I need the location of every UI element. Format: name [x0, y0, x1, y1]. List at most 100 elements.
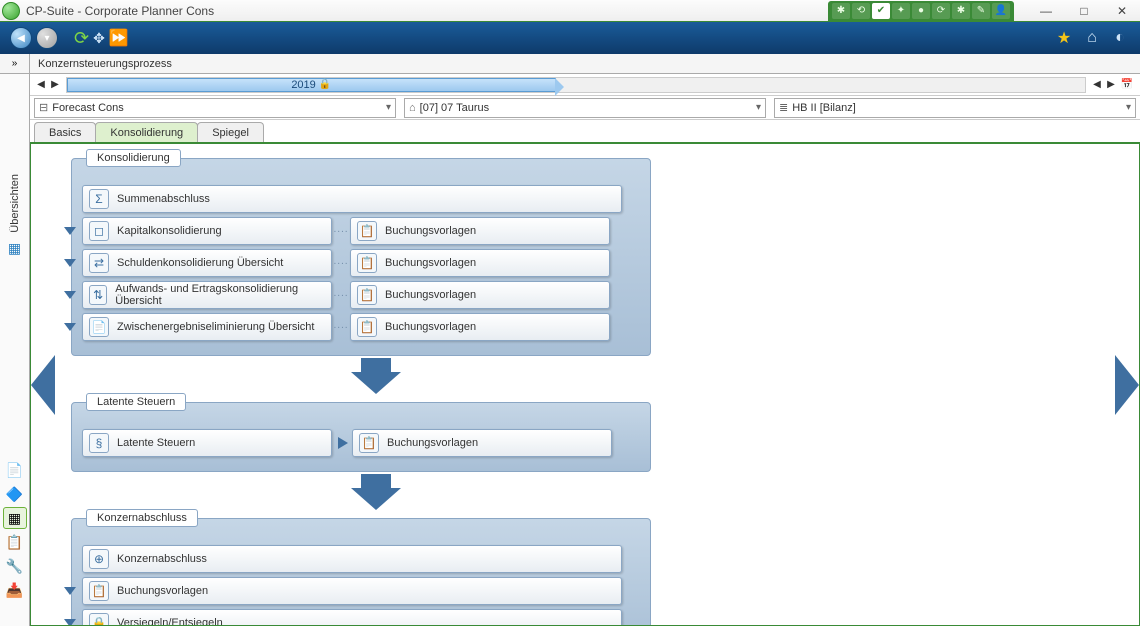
timeline-next2[interactable]: ▶	[1104, 77, 1118, 93]
tab-basics[interactable]: Basics	[34, 122, 96, 142]
timeline-prev2[interactable]: ◀	[34, 77, 48, 93]
module-icon-3[interactable]: ✔	[872, 3, 890, 19]
timeline-track[interactable]: 2019 🔒	[66, 77, 1086, 93]
target-icon: ⊕	[89, 549, 109, 569]
group-konsolidierung: Konsolidierung Σ Summenabschluss ◻ Kapit…	[71, 158, 651, 356]
group-latent: Latente Steuern § Latente Steuern 📋 Buch…	[71, 402, 651, 472]
timeline-segment[interactable]: 2019 🔒	[67, 78, 556, 92]
building-icon: ⌂	[409, 102, 416, 114]
maximize-button[interactable]: □	[1072, 4, 1096, 18]
help-icon[interactable]: ◐	[1110, 28, 1130, 48]
home-icon[interactable]: ⌂	[1082, 28, 1102, 48]
bottom-icon-1[interactable]: 📄	[3, 459, 27, 481]
group-title-konzern: Konzernabschluss	[86, 509, 198, 527]
card-latent-buchung[interactable]: 📋 Buchungsvorlagen	[352, 429, 612, 457]
dots-icon: ∙∙∙∙	[332, 226, 350, 237]
module-tray: ✱ ⟲ ✔ ✦ ● ⟳ ✱ ✎ 👤	[828, 1, 1014, 21]
card-label: Versiegeln/Entsiegeln	[117, 617, 223, 626]
prev-step-arrow[interactable]	[31, 355, 55, 415]
card-aufwand[interactable]: ⇅ Aufwands- und Ertragskonsolidierung Üb…	[82, 281, 332, 309]
left-panel-toggle[interactable]: »	[0, 54, 30, 74]
group-title-konsolidierung: Konsolidierung	[86, 149, 181, 167]
module-icon-5[interactable]: ●	[912, 3, 930, 19]
tab-konsolidierung[interactable]: Konsolidierung	[95, 122, 198, 142]
module-icon-4[interactable]: ✦	[892, 3, 910, 19]
tab-spiegel[interactable]: Spiegel	[197, 122, 264, 142]
card-buchung-3[interactable]: 📋 Buchungsvorlagen	[350, 281, 610, 309]
card-label: Buchungsvorlagen	[385, 289, 476, 301]
bottom-icon-5[interactable]: 🔧	[3, 555, 27, 577]
minimize-button[interactable]: —	[1034, 4, 1058, 18]
selector-bar: ⊟ Forecast Cons ⌂ [07] 07 Taurus ≣ HB II…	[30, 96, 1140, 120]
view-value: HB II [Bilanz]	[792, 102, 856, 114]
company-combo[interactable]: ⌂ [07] 07 Taurus	[404, 98, 766, 118]
timeline-next[interactable]: ◀	[1090, 77, 1104, 93]
card-buchung-1[interactable]: 📋 Buchungsvorlagen	[350, 217, 610, 245]
module-icon-1[interactable]: ✱	[832, 3, 850, 19]
card-buchung-4[interactable]: 📋 Buchungsvorlagen	[350, 313, 610, 341]
list-icon: 📋	[357, 285, 377, 305]
sidebar-label[interactable]: Übersichten	[9, 174, 21, 233]
expand-icon[interactable]: ✥	[93, 30, 105, 47]
connector-icon	[64, 259, 76, 267]
skip-icon[interactable]: ⏩	[109, 28, 129, 48]
bottom-icon-6[interactable]: 📥	[3, 579, 27, 601]
star-icon[interactable]: ★	[1054, 28, 1074, 48]
lock-icon: 🔒	[319, 79, 331, 90]
connector-icon	[64, 619, 76, 626]
down-arrow-2	[351, 488, 401, 510]
module-icon-7[interactable]: ✱	[952, 3, 970, 19]
group-konzern: Konzernabschluss ⊕ Konzernabschluss 📋 Bu…	[71, 518, 651, 626]
arrow-right-icon	[338, 437, 348, 449]
back-button[interactable]: ◀	[10, 27, 32, 49]
card-konzern-buchung[interactable]: 📋 Buchungsvorlagen	[82, 577, 622, 605]
card-schuldenkons[interactable]: ⇄ Schuldenkonsolidierung Übersicht	[82, 249, 332, 277]
sum-icon: Σ	[89, 189, 109, 209]
card-label: Buchungsvorlagen	[117, 585, 208, 597]
company-value: [07] 07 Taurus	[420, 102, 490, 114]
bottom-icon-2[interactable]: 🔷	[3, 483, 27, 505]
lock-icon: 🔒	[89, 613, 109, 626]
module-icon-9[interactable]: 👤	[992, 3, 1010, 19]
group-title-latent: Latente Steuern	[86, 393, 186, 411]
next-step-arrow[interactable]	[1115, 355, 1139, 415]
timeline-calendar-icon[interactable]: 📅	[1118, 77, 1136, 93]
card-label: Summenabschluss	[117, 193, 210, 205]
list-icon: 📋	[357, 317, 377, 337]
dataset-combo[interactable]: ⊟ Forecast Cons	[34, 98, 396, 118]
card-label: Aufwands- und Ertragskonsolidierung Über…	[115, 283, 325, 307]
dots-icon: ∙∙∙∙	[332, 258, 350, 269]
close-button[interactable]: ✕	[1110, 4, 1134, 18]
bottom-icon-4[interactable]: 📋	[3, 531, 27, 553]
list-icon: 📋	[357, 221, 377, 241]
module-icon-8[interactable]: ✎	[972, 3, 990, 19]
rail-icon-1[interactable]: ▦	[5, 239, 25, 259]
timeline-prev[interactable]: ▶	[48, 77, 62, 93]
card-versiegeln[interactable]: 🔒 Versiegeln/Entsiegeln	[82, 609, 622, 626]
forward-button[interactable]: ▾	[36, 27, 58, 49]
module-icon-2[interactable]: ⟲	[852, 3, 870, 19]
card-zwischenergebnis[interactable]: 📄 Zwischenergebniseliminierung Übersicht	[82, 313, 332, 341]
bottom-icon-3[interactable]: ▦	[3, 507, 27, 529]
card-buchung-2[interactable]: 📋 Buchungsvorlagen	[350, 249, 610, 277]
card-kapitalkons[interactable]: ◻ Kapitalkonsolidierung	[82, 217, 332, 245]
card-latent[interactable]: § Latente Steuern	[82, 429, 332, 457]
connector-icon	[64, 227, 76, 235]
view-icon: ≣	[779, 101, 788, 114]
card-summenabschluss[interactable]: Σ Summenabschluss	[82, 185, 622, 213]
breadcrumb-text: Konzernsteuerungsprozess	[38, 58, 172, 70]
square-icon: ◻	[89, 221, 109, 241]
card-label: Konzernabschluss	[117, 553, 207, 565]
timeline-bar: ◀ ▶ 2019 🔒 ◀ ▶ 📅	[30, 74, 1140, 96]
refresh-icon[interactable]: ⟳	[74, 28, 89, 49]
view-combo[interactable]: ≣ HB II [Bilanz]	[774, 98, 1136, 118]
dataset-value: Forecast Cons	[52, 102, 124, 114]
connector-icon	[64, 587, 76, 595]
navbar: ◀ ▾ ⟳ ✥ ⏩ ★ ⌂ ◐	[0, 22, 1140, 54]
module-icon-6[interactable]: ⟳	[932, 3, 950, 19]
list-icon: 📋	[359, 433, 379, 453]
card-konzernabschluss[interactable]: ⊕ Konzernabschluss	[82, 545, 622, 573]
app-title: CP-Suite - Corporate Planner Cons	[26, 4, 214, 18]
card-label: Buchungsvorlagen	[385, 321, 476, 333]
breadcrumb: Konzernsteuerungsprozess	[30, 54, 1140, 74]
